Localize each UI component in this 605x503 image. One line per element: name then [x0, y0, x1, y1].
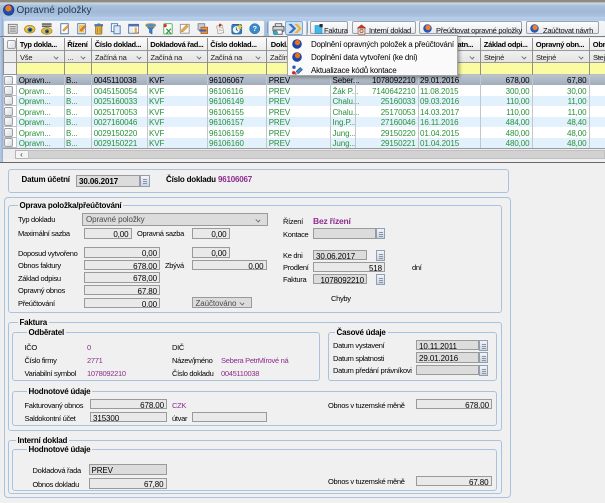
svg-text:?: ? — [252, 24, 257, 33]
